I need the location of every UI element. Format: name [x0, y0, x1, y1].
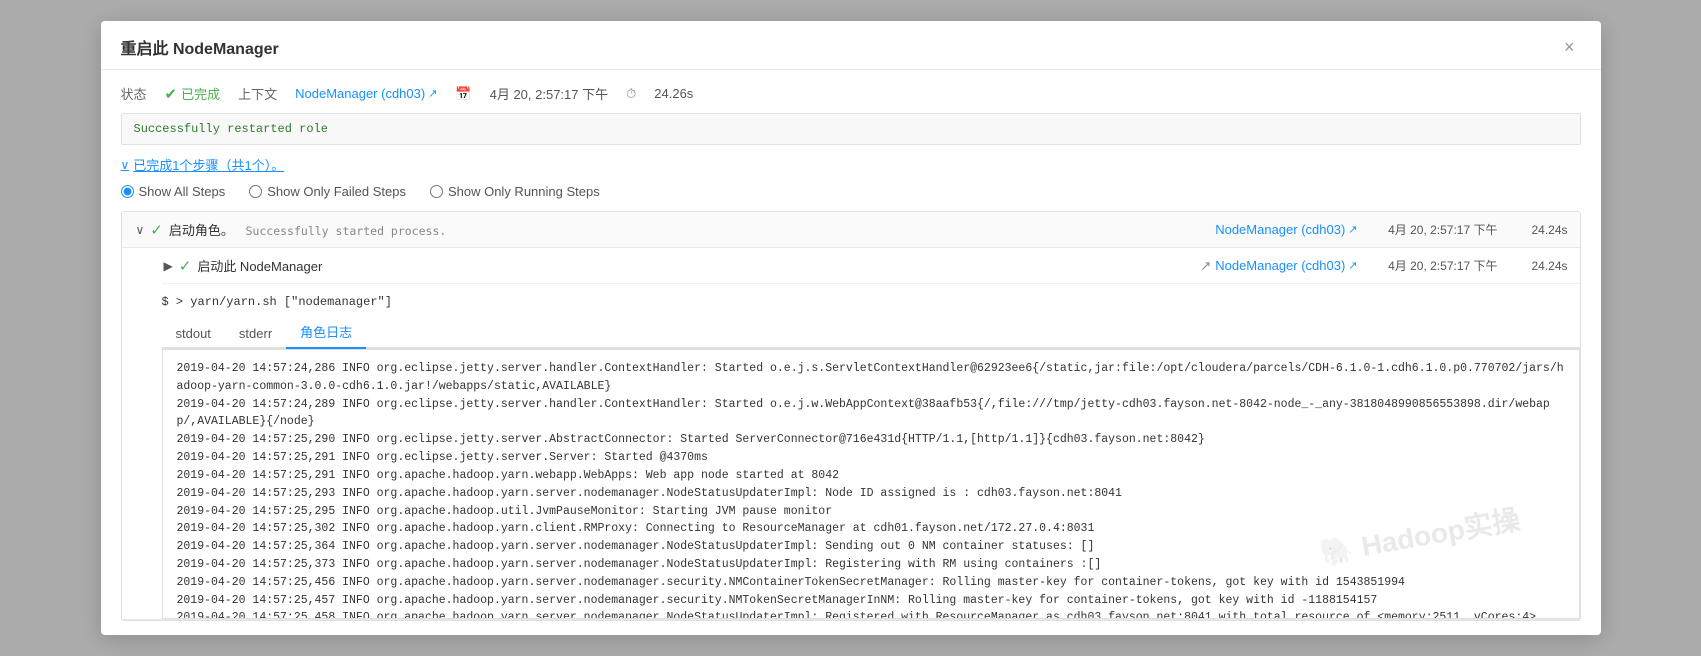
log-line: 2019-04-20 14:57:25,293 INFO org.apache.…	[177, 485, 1565, 503]
status-row: 状态 ✔ 已完成 上下文 NodeManager (cdh03) ↗ 📅 4月 …	[121, 84, 1581, 103]
tabs-bar: stdout stderr 角色日志	[162, 316, 1580, 349]
log-line: 2019-04-20 14:57:24,286 INFO org.eclipse…	[177, 360, 1565, 396]
shell-cmd: $ > yarn/yarn.sh ["nodemanager"]	[162, 290, 1580, 312]
log-line: 2019-04-20 14:57:25,295 INFO org.apache.…	[177, 503, 1565, 521]
radio-running-input[interactable]	[430, 185, 443, 198]
log-line: 2019-04-20 14:57:25,302 INFO org.apache.…	[177, 520, 1565, 538]
expand-button[interactable]: ∨	[134, 223, 147, 237]
radio-all-label: Show All Steps	[139, 184, 226, 199]
parent-step-name: 启动角色。 Successfully started process.	[169, 220, 1215, 239]
chevron-down-icon: ∨	[121, 158, 130, 172]
log-line: 2019-04-20 14:57:25,290 INFO org.eclipse…	[177, 431, 1565, 449]
table-row: ▶ ✓ 启动此 NodeManager ↗ NodeManager (cdh03…	[122, 248, 1580, 620]
tab-stdout[interactable]: stdout	[162, 320, 225, 349]
child-step-date: 4月 20, 2:57:17 下午	[1378, 257, 1498, 274]
log-line: 2019-04-20 14:57:25,373 INFO org.apache.…	[177, 556, 1565, 574]
child-step-link[interactable]: NodeManager (cdh03) ↗	[1215, 258, 1357, 273]
close-button[interactable]: ×	[1558, 36, 1581, 58]
clock-icon: ⏱	[626, 86, 636, 102]
external-link-icon: ↗	[428, 87, 437, 100]
check-circle-icon: ✔	[165, 85, 178, 103]
log-line: 2019-04-20 14:57:25,457 INFO org.apache.…	[177, 592, 1565, 610]
modal: 重启此 NodeManager × 状态 ✔ 已完成 上下文 NodeManag…	[101, 21, 1601, 635]
step-check-icon: ✓	[150, 221, 163, 239]
log-line: 2019-04-20 14:57:25,364 INFO org.apache.…	[177, 538, 1565, 556]
parent-step-link[interactable]: NodeManager (cdh03) ↗	[1215, 222, 1357, 237]
external-link-icon: ↗	[1348, 259, 1357, 272]
tab-stderr[interactable]: stderr	[225, 320, 286, 349]
log-line: 2019-04-20 14:57:25,458 INFO org.apache.…	[177, 609, 1565, 619]
steps-summary-text: 已完成1个步骤（共1个）。	[133, 155, 284, 174]
child-step-name: 启动此 NodeManager	[197, 256, 699, 275]
modal-body: 状态 ✔ 已完成 上下文 NodeManager (cdh03) ↗ 📅 4月 …	[101, 70, 1601, 635]
modal-overlay: 重启此 NodeManager × 状态 ✔ 已完成 上下文 NodeManag…	[0, 0, 1701, 656]
calendar-icon: 📅	[455, 86, 471, 102]
date-text: 4月 20, 2:57:17 下午	[490, 84, 609, 103]
status-done-text: 已完成	[181, 84, 220, 103]
parent-step-subtext: Successfully started process.	[246, 224, 447, 238]
radio-failed-steps[interactable]: Show Only Failed Steps	[249, 184, 406, 199]
status-label: 状态	[121, 84, 147, 103]
table-row: ∨ ✓ 启动角色。 Successfully started process. …	[122, 212, 1580, 248]
steps-table: ∨ ✓ 启动角色。 Successfully started process. …	[121, 211, 1581, 621]
duration-text: 24.26s	[654, 86, 693, 101]
steps-summary: ∨ 已完成1个步骤（共1个）。	[121, 155, 1581, 174]
steps-summary-toggle[interactable]: ∨ 已完成1个步骤（共1个）。	[121, 155, 285, 174]
context-link-text: NodeManager (cdh03)	[295, 86, 425, 101]
log-output-text: Successfully restarted role	[134, 122, 328, 136]
log-content-area: 2019-04-20 14:57:24,286 INFO org.eclipse…	[162, 349, 1580, 619]
log-line: 2019-04-20 14:57:25,456 INFO org.apache.…	[177, 574, 1565, 592]
status-done: ✔ 已完成	[165, 84, 221, 103]
child-step-duration: 24.24s	[1518, 259, 1568, 273]
sub-expand-button[interactable]: ▶	[162, 259, 175, 273]
radio-running-label: Show Only Running Steps	[448, 184, 600, 199]
radio-all-input[interactable]	[121, 185, 134, 198]
context-label: 上下文	[238, 84, 277, 103]
tab-role-log[interactable]: 角色日志	[286, 316, 366, 349]
child-step-check-icon: ✓	[179, 257, 192, 275]
sub-step-inner: ▶ ✓ 启动此 NodeManager ↗ NodeManager (cdh03…	[122, 248, 1580, 619]
radio-group: Show All Steps Show Only Failed Steps Sh…	[121, 184, 1581, 199]
date-row: 4月 20, 2:57:17 下午	[490, 84, 609, 103]
context-link[interactable]: NodeManager (cdh03) ↗	[295, 86, 437, 101]
radio-failed-label: Show Only Failed Steps	[267, 184, 406, 199]
parent-step-date: 4月 20, 2:57:17 下午	[1378, 221, 1498, 238]
external-link-icon: ↗	[1348, 223, 1357, 236]
log-line: 2019-04-20 14:57:25,291 INFO org.eclipse…	[177, 449, 1565, 467]
parent-step-duration: 24.24s	[1518, 223, 1568, 237]
log-output: Successfully restarted role	[121, 113, 1581, 145]
log-line: 2019-04-20 14:57:24,289 INFO org.eclipse…	[177, 396, 1565, 432]
sub-step-header: ▶ ✓ 启动此 NodeManager ↗ NodeManager (cdh03…	[162, 248, 1580, 284]
log-section: $ > yarn/yarn.sh ["nodemanager"] stdout …	[162, 284, 1580, 619]
link-icon: ↗	[1200, 258, 1211, 274]
modal-title: 重启此 NodeManager	[121, 35, 279, 59]
modal-header: 重启此 NodeManager ×	[101, 21, 1601, 70]
radio-running-steps[interactable]: Show Only Running Steps	[430, 184, 600, 199]
log-line: 2019-04-20 14:57:25,291 INFO org.apache.…	[177, 467, 1565, 485]
radio-all-steps[interactable]: Show All Steps	[121, 184, 226, 199]
radio-failed-input[interactable]	[249, 185, 262, 198]
